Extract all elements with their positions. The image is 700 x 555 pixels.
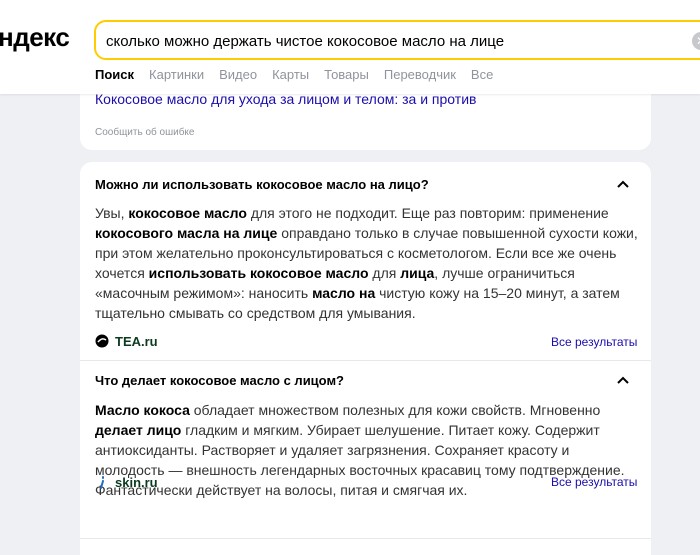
search-input[interactable]	[106, 31, 686, 51]
answer-bold-text: использовать кокосовое масло	[148, 265, 369, 281]
tab-translator[interactable]: Переводчик	[384, 67, 456, 85]
answer-bold-text: Масло кокоса	[95, 402, 190, 418]
tab-maps[interactable]: Карты	[272, 67, 309, 85]
source-name[interactable]: TEA.ru	[115, 334, 158, 349]
all-results-link[interactable]: Все результаты	[551, 475, 637, 489]
yandex-logo[interactable]: ндекс	[0, 22, 70, 53]
faq-question[interactable]: Что делает кокосовое масло с лицом?	[95, 373, 344, 388]
faq-answer: Увы, кокосовое масло для этого не подход…	[95, 203, 640, 323]
answer-bold-text: кокосового масла на лице	[95, 225, 278, 241]
answer-text: обладает множеством полезных для кожи св…	[189, 402, 601, 418]
chevron-up-icon[interactable]	[616, 177, 630, 191]
skin-logo-icon	[100, 476, 104, 489]
tab-products[interactable]: Товары	[324, 67, 369, 85]
answer-bold-text: лица	[400, 265, 435, 281]
answer-text: для	[368, 265, 401, 281]
tab-video[interactable]: Видео	[219, 67, 257, 85]
tab-search[interactable]: Поиск	[95, 67, 134, 85]
faq-card: Можно ли использовать кокосовое масло на…	[80, 162, 651, 555]
faq-item: Что делает кокосовое масло с лицом? Масл…	[80, 361, 651, 539]
report-error-link[interactable]: Сообщить об ошибке	[95, 127, 194, 138]
answer-bold-text: делает лицо	[95, 422, 182, 438]
search-box[interactable]: ✕	[94, 20, 700, 60]
all-results-link[interactable]: Все результаты	[551, 335, 637, 349]
chevron-up-icon[interactable]	[616, 373, 630, 387]
answer-bold-text: масло на	[312, 285, 376, 301]
search-tabs: Поиск Картинки Видео Карты Товары Перево…	[95, 67, 508, 85]
faq-item-partial	[80, 539, 651, 555]
faq-question[interactable]: Можно ли использовать кокосовое масло на…	[95, 177, 429, 192]
source-link[interactable]: skin.ru	[95, 474, 158, 490]
answer-bold-text: кокосовое масло	[128, 205, 247, 221]
tab-images[interactable]: Картинки	[149, 67, 204, 85]
source-name[interactable]: skin.ru	[115, 475, 158, 490]
tea-logo-icon	[95, 334, 109, 348]
answer-text: Увы,	[95, 205, 129, 221]
header: ндекс ✕ Поиск Картинки Видео Карты Товар…	[0, 0, 700, 94]
source-link[interactable]: TEA.ru	[95, 333, 158, 349]
answer-text: для этого не подходит. Еще раз повторим:…	[246, 205, 609, 221]
faq-item: Можно ли использовать кокосовое масло на…	[80, 162, 651, 361]
clear-icon[interactable]: ✕	[692, 32, 700, 50]
tab-all[interactable]: Все	[471, 67, 493, 85]
